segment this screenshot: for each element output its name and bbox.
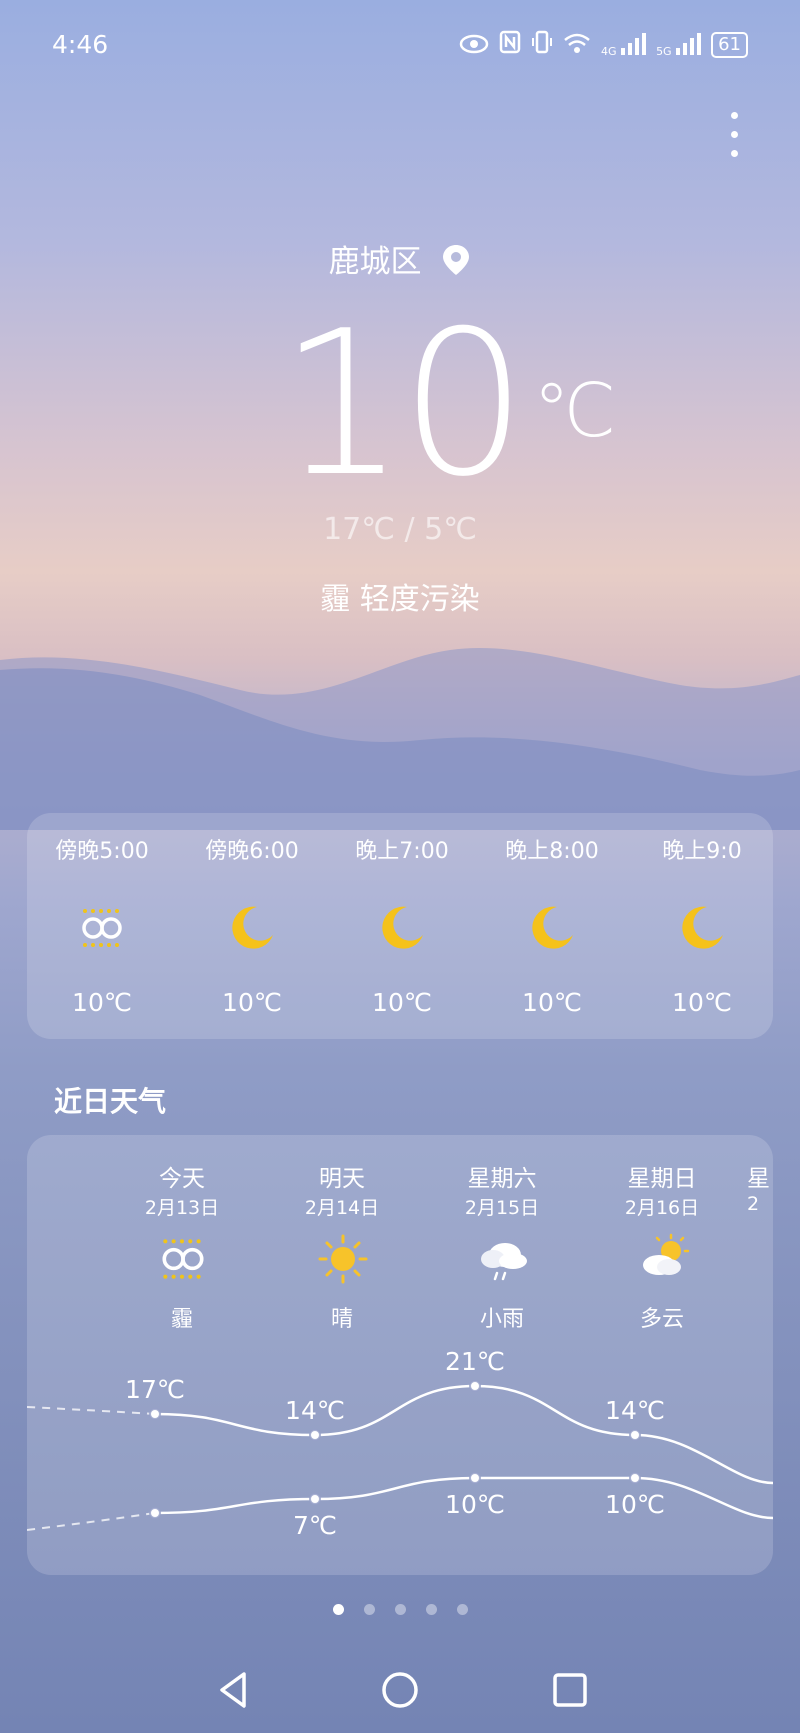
page-dot[interactable]: [363, 1604, 375, 1615]
high-temp-label: 17℃: [125, 1375, 185, 1404]
current-temperature: 10 ℃: [279, 305, 617, 505]
signal-5g-label: 5G: [656, 45, 672, 58]
haze-icon: [77, 903, 127, 953]
hour-temp: 10℃: [522, 988, 582, 1017]
home-icon[interactable]: [370, 1660, 430, 1720]
location-name: 鹿城区: [328, 244, 422, 280]
curve-leadin: [27, 1512, 156, 1531]
status-time: 4:46: [52, 30, 109, 59]
temperature-point: [469, 1380, 481, 1392]
hourly-forecast-card[interactable]: 傍晚5:00 10℃ 傍晚6:00 10℃ 晚上7:00 10℃ 晚上8:00 …: [27, 813, 773, 1039]
temperature-line: [154, 1384, 773, 1485]
status-icons: 4G 5G 61: [459, 30, 748, 60]
hour-temp: 10℃: [222, 988, 282, 1017]
hour-time: 晚上9:0: [662, 839, 742, 864]
moon-icon: [227, 903, 277, 953]
recents-icon[interactable]: [540, 1660, 600, 1720]
location-header[interactable]: 鹿城区: [0, 236, 800, 285]
location-pin-icon: [441, 243, 471, 285]
signal-4g-icon: 4G: [601, 33, 647, 58]
back-icon[interactable]: [204, 1660, 264, 1720]
page-indicator: [0, 1600, 800, 1619]
status-bar: 4:46 4G 5G 61: [52, 28, 748, 62]
wifi-icon: [563, 31, 591, 60]
hour-time: 晚上7:00: [355, 839, 449, 864]
hour-time: 晚上8:00: [505, 839, 599, 864]
high-low-temperature: 17℃ / 5℃: [323, 512, 477, 547]
hour-time: 傍晚6:00: [205, 839, 299, 864]
temperature-point: [629, 1472, 641, 1484]
temperature-curve: 17℃ 14℃ 7℃ 21℃ 10℃ 14℃ 10℃: [27, 1347, 773, 1540]
low-temp-label: 10℃: [445, 1490, 505, 1519]
low-temp-label: 7℃: [293, 1511, 337, 1540]
temperature-point: [469, 1472, 481, 1484]
temperature-point: [309, 1429, 321, 1441]
more-options-icon[interactable]: [728, 112, 740, 164]
mountain-background: [0, 648, 800, 830]
high-temp-label: 14℃: [285, 1396, 345, 1425]
page-dot[interactable]: [332, 1604, 344, 1615]
page-dot[interactable]: [394, 1604, 406, 1615]
vibrate-icon: [531, 30, 553, 60]
daily-forecast-card[interactable]: 今天 2月13日 霾 明天 2月14日 晴 星期六 2月15日 小雨 星期日 2…: [27, 1135, 773, 1575]
current-temp-unit: ℃: [533, 368, 617, 454]
low-temp-label: 10℃: [605, 1490, 665, 1519]
hour-temp: 10℃: [372, 988, 432, 1017]
moon-icon: [377, 903, 427, 953]
signal-5g-icon: 5G: [656, 33, 702, 58]
temperature-point: [629, 1429, 641, 1441]
section-title-recent-weather: 近日天气: [54, 1085, 167, 1118]
temperature-point: [149, 1408, 161, 1420]
moon-icon: [677, 903, 727, 953]
temperature-point: [149, 1507, 161, 1519]
nfc-icon: [499, 30, 521, 60]
battery-icon: 61: [711, 32, 748, 58]
current-temperature-block: 10 ℃: [0, 305, 800, 505]
current-temp-value: 10: [278, 288, 527, 521]
eye-icon: [459, 31, 489, 60]
high-temp-label: 21℃: [445, 1347, 505, 1376]
air-quality-status[interactable]: 霾 轻度污染: [0, 574, 800, 618]
hour-time: 傍晚5:00: [55, 839, 149, 864]
temperature-point: [309, 1493, 321, 1505]
high-temp-label: 14℃: [605, 1396, 665, 1425]
page-dot[interactable]: [456, 1604, 468, 1615]
hour-temp: 10℃: [72, 988, 132, 1017]
navigation-bar: [0, 1660, 800, 1720]
hour-temp: 10℃: [672, 988, 732, 1017]
curve-leadin: [27, 1406, 156, 1415]
signal-4g-label: 4G: [601, 45, 617, 58]
page-dot[interactable]: [425, 1604, 437, 1615]
moon-icon: [527, 903, 577, 953]
